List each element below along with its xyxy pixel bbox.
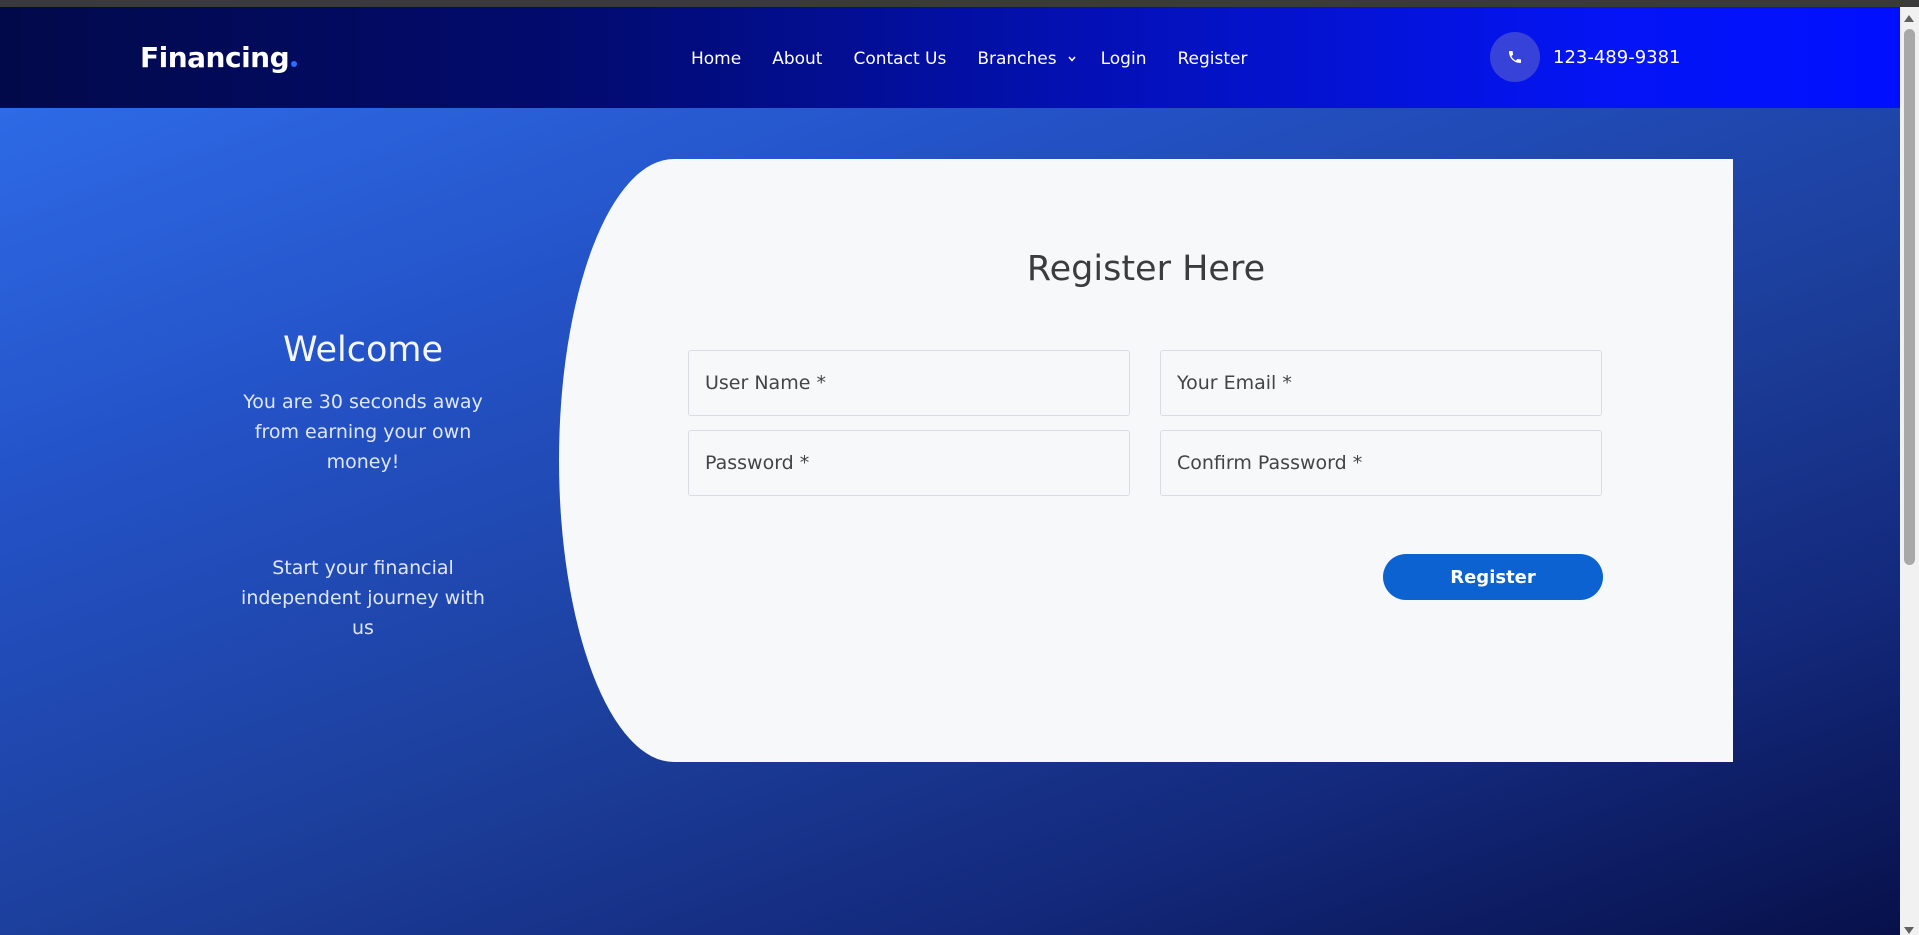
scroll-up-icon[interactable] [1904, 15, 1914, 22]
phone-icon [1490, 32, 1540, 82]
nav-home[interactable]: Home [691, 49, 741, 69]
main-nav: Home About Contact Us Branches Login Reg… [691, 47, 1278, 71]
nav-login[interactable]: Login [1101, 49, 1147, 69]
scroll-down-icon[interactable] [1904, 927, 1914, 934]
phone-contact[interactable]: 123-489-9381 [1490, 32, 1681, 82]
register-title: Register Here [1026, 249, 1266, 289]
navbar: Financing Home About Contact Us Branches… [0, 7, 1900, 108]
confirm-password-input[interactable] [1160, 430, 1602, 496]
password-input[interactable] [688, 430, 1130, 496]
welcome-journey-text: Start your financial independent journey… [241, 557, 485, 639]
phone-number: 123-489-9381 [1553, 46, 1681, 68]
brand-name: Financing [140, 41, 290, 74]
welcome-tagline: You are 30 seconds away from earning you… [243, 391, 483, 473]
nav-register[interactable]: Register [1177, 49, 1247, 69]
nav-contact-us[interactable]: Contact Us [853, 49, 946, 69]
brand-dot-icon [291, 61, 298, 67]
browser-top-strip [0, 0, 1919, 7]
brand-logo[interactable]: Financing [140, 41, 298, 74]
chevron-down-icon [1068, 56, 1076, 62]
register-card: Register Here Register [559, 159, 1733, 762]
welcome-heading: Welcome [282, 330, 444, 370]
nav-branches[interactable]: Branches [977, 49, 1076, 69]
username-input[interactable] [688, 350, 1130, 416]
nav-branches-label: Branches [977, 49, 1057, 69]
register-button[interactable]: Register [1383, 554, 1603, 600]
nav-about[interactable]: About [772, 49, 822, 69]
page-scrollbar[interactable] [1900, 7, 1919, 935]
welcome-panel: Welcome You are 30 seconds away from ear… [228, 330, 498, 643]
scroll-thumb[interactable] [1904, 29, 1915, 565]
email-input[interactable] [1160, 350, 1602, 416]
